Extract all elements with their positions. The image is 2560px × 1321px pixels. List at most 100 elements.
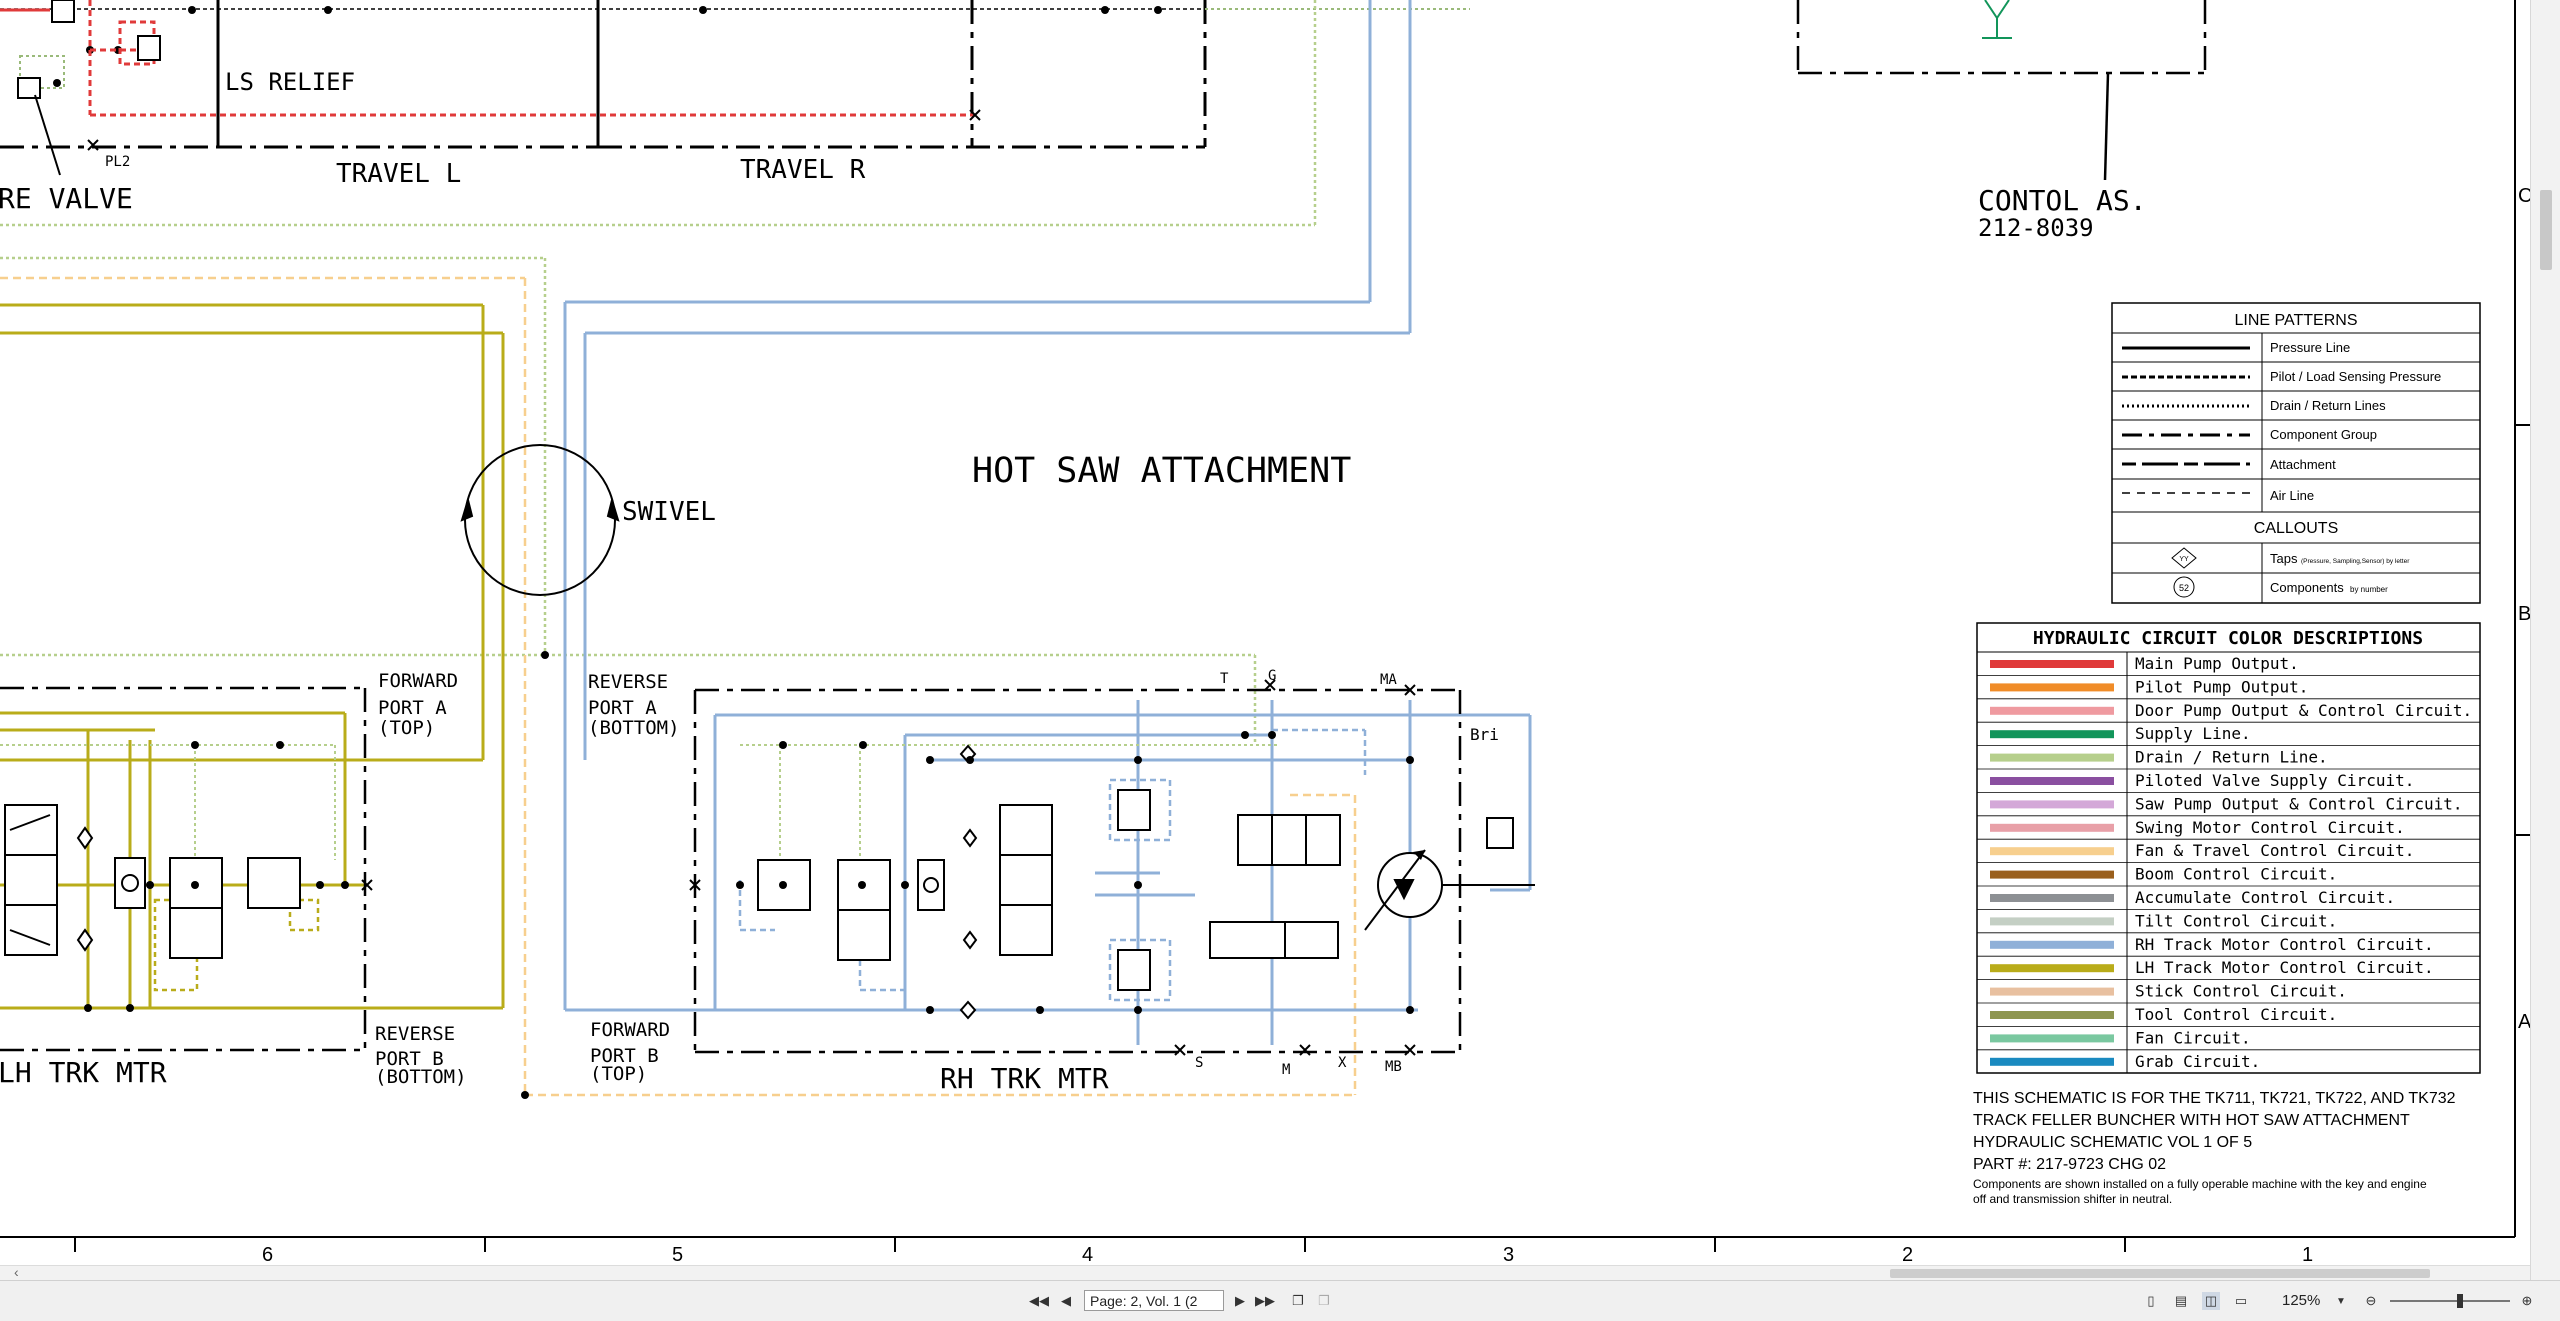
zoom-out-icon[interactable]: ⊖ bbox=[2362, 1292, 2380, 1310]
first-page-icon[interactable]: ◀◀ bbox=[1029, 1292, 1049, 1310]
color-swatch-7 bbox=[1990, 823, 2114, 832]
book-view-icon[interactable]: ▭ bbox=[2232, 1292, 2250, 1310]
note-line-6: off and transmission shifter in neutral. bbox=[1973, 1192, 2172, 1206]
scroll-left-icon[interactable]: ‹ bbox=[14, 1264, 19, 1280]
color-label-10: Accumulate Control Circuit. bbox=[2135, 888, 2395, 907]
vertical-scroll-thumb[interactable] bbox=[2540, 190, 2552, 270]
color-swatch-5 bbox=[1990, 777, 2114, 785]
color-label-3: Supply Line. bbox=[2135, 724, 2251, 743]
label-tap-ma: MA bbox=[1380, 672, 1397, 688]
color-swatch-12 bbox=[1990, 940, 2114, 949]
color-label-7: Swing Motor Control Circuit. bbox=[2135, 818, 2405, 837]
color-swatch-10 bbox=[1990, 894, 2114, 902]
grid-row-a: A bbox=[2518, 1011, 2530, 1033]
label-tap-t: T bbox=[1220, 671, 1229, 687]
label-tap-m: M bbox=[1282, 1062, 1290, 1078]
color-swatch-0 bbox=[1990, 660, 2114, 668]
pattern-label-0: Pressure Line bbox=[2270, 340, 2350, 355]
svg-text:YY: YY bbox=[2179, 556, 2189, 563]
label-tap-mb: MB bbox=[1385, 1059, 1402, 1075]
label-tap-s: S bbox=[1195, 1055, 1203, 1071]
horizontal-scrollbar[interactable]: ‹ bbox=[0, 1264, 2530, 1281]
color-label-15: Tool Control Circuit. bbox=[2135, 1005, 2337, 1024]
label-tap-x: X bbox=[1338, 1055, 1347, 1071]
lh-valves bbox=[4, 804, 301, 959]
title-hot-saw: HOT SAW ATTACHMENT bbox=[972, 451, 1351, 491]
zoom-dropdown-icon[interactable]: ▼ bbox=[2332, 1292, 2350, 1310]
color-swatch-15 bbox=[1990, 1011, 2114, 1019]
pattern-label-3: Component Group bbox=[2270, 427, 2377, 442]
grid-row-b: B bbox=[2518, 603, 2530, 625]
label-control-part: 212-8039 bbox=[1978, 214, 2094, 242]
zoom-slider[interactable] bbox=[2390, 1294, 2510, 1308]
color-label-14: Stick Control Circuit. bbox=[2135, 982, 2347, 1001]
color-label-17: Grab Circuit. bbox=[2135, 1052, 2260, 1071]
label-swivel: SWIVEL bbox=[622, 497, 716, 527]
color-label-9: Boom Control Circuit. bbox=[2135, 865, 2337, 884]
callout-label-components: Components bbox=[2270, 580, 2344, 595]
label-ls-relief: LS RELIEF bbox=[225, 68, 355, 96]
label-fwd-port-b-1: FORWARD bbox=[590, 1019, 670, 1041]
status-bar: ◀◀ ◀ Page: 2, Vol. 1 (2 ▶ ▶▶ ❐ ❐ ▯ ▤ ◫ ▭… bbox=[0, 1280, 2560, 1321]
color-swatch-13 bbox=[1990, 964, 2114, 973]
grid-col-2: 2 bbox=[1902, 1244, 1913, 1265]
color-swatch-1 bbox=[1990, 683, 2114, 692]
next-page-icon[interactable]: ▶ bbox=[1231, 1292, 1249, 1310]
label-fwd-port-b-3: (TOP) bbox=[590, 1063, 647, 1085]
color-swatch-17 bbox=[1990, 1057, 2114, 1066]
callout-note-taps: (Pressure, Sampling,Sensor) by letter bbox=[2301, 558, 2410, 565]
label-relief-valve: RE VALVE bbox=[0, 182, 133, 215]
label-fwd-port-a-3: (TOP) bbox=[378, 717, 435, 739]
zoom-slider-knob[interactable] bbox=[2457, 1294, 2463, 1308]
label-rev-port-b-1: REVERSE bbox=[375, 1023, 455, 1045]
zoom-in-icon[interactable]: ⊕ bbox=[2518, 1292, 2536, 1310]
color-swatch-16 bbox=[1990, 1034, 2114, 1043]
color-swatch-9 bbox=[1990, 870, 2114, 879]
color-label-6: Saw Pump Output & Control Circuit. bbox=[2135, 794, 2463, 813]
grid-col-5: 5 bbox=[672, 1244, 683, 1265]
pattern-label-5: Air Line bbox=[2270, 488, 2314, 503]
grid-row-c: C bbox=[2518, 185, 2530, 207]
label-rev-port-a-2: PORT A bbox=[588, 697, 657, 719]
color-label-11: Tilt Control Circuit. bbox=[2135, 911, 2337, 930]
copy-icon[interactable]: ❐ bbox=[1289, 1292, 1307, 1310]
color-label-1: Pilot Pump Output. bbox=[2135, 677, 2308, 696]
color-label-13: LH Track Motor Control Circuit. bbox=[2135, 958, 2434, 977]
color-swatch-8 bbox=[1990, 847, 2114, 856]
control-as-box bbox=[1796, 0, 2207, 181]
color-descriptions-legend: HYDRAULIC CIRCUIT COLOR DESCRIPTIONS Mai… bbox=[1976, 622, 2481, 1074]
label-pl2: PL2 bbox=[105, 154, 130, 170]
color-label-4: Drain / Return Line. bbox=[2135, 748, 2328, 767]
label-rev-port-b-3: (BOTTOM) bbox=[375, 1066, 467, 1088]
note-line-4: PART #: 217-9723 CHG 02 bbox=[1973, 1156, 2166, 1173]
grid-col-6: 6 bbox=[262, 1244, 273, 1265]
grid-col-1: 1 bbox=[2302, 1244, 2313, 1265]
continuous-icon[interactable]: ▤ bbox=[2172, 1292, 2190, 1310]
callout-label-taps: Taps bbox=[2270, 551, 2298, 566]
color-swatch-3 bbox=[1990, 730, 2114, 739]
label-travel-r: TRAVEL R bbox=[740, 155, 866, 185]
pattern-label-4: Attachment bbox=[2270, 457, 2336, 472]
color-label-0: Main Pump Output. bbox=[2135, 654, 2299, 673]
two-page-icon[interactable]: ◫ bbox=[2202, 1292, 2220, 1310]
vertical-scrollbar[interactable] bbox=[2530, 0, 2560, 1280]
prev-page-icon[interactable]: ◀ bbox=[1057, 1292, 1075, 1310]
note-line-3: HYDRAULIC SCHEMATIC VOL 1 OF 5 bbox=[1973, 1134, 2252, 1151]
label-rev-port-a-1: REVERSE bbox=[588, 671, 668, 693]
color-swatch-2 bbox=[1990, 706, 2114, 715]
single-page-icon[interactable]: ▯ bbox=[2142, 1292, 2160, 1310]
zoom-level[interactable]: 125% bbox=[2282, 1292, 2320, 1309]
last-page-icon[interactable]: ▶▶ bbox=[1255, 1292, 1275, 1310]
horizontal-scroll-thumb[interactable] bbox=[1890, 1269, 2430, 1278]
note-line-2: TRACK FELLER BUNCHER WITH HOT SAW ATTACH… bbox=[1973, 1112, 2410, 1129]
note-line-5: Components are shown installed on a full… bbox=[1973, 1177, 2427, 1191]
page-number-field[interactable]: Page: 2, Vol. 1 (2 bbox=[1084, 1290, 1224, 1311]
label-rev-port-a-3: (BOTTOM) bbox=[588, 717, 680, 739]
paste-icon[interactable]: ❐ bbox=[1315, 1292, 1333, 1310]
component-callout-icon: 52 bbox=[2173, 576, 2195, 598]
callouts-title: CALLOUTS bbox=[2254, 520, 2338, 537]
pattern-label-2: Drain / Return Lines bbox=[2270, 398, 2386, 413]
pattern-label-1: Pilot / Load Sensing Pressure bbox=[2270, 369, 2441, 384]
label-travel-l: TRAVEL L bbox=[336, 159, 461, 189]
color-descriptions-title: HYDRAULIC CIRCUIT COLOR DESCRIPTIONS bbox=[2033, 628, 2423, 649]
